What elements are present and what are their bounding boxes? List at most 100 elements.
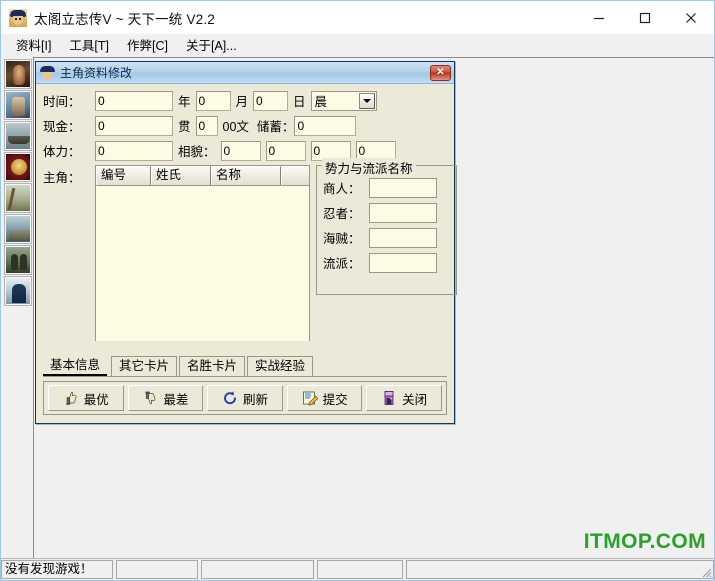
status-pane-3	[201, 560, 314, 579]
window-controls	[576, 1, 714, 34]
savings-label: 储蓄：	[256, 120, 295, 134]
ninja-input[interactable]	[369, 202, 437, 223]
mdi-client-area: 主角资料修改 ✕ 时间： 年 月 日 晨	[33, 57, 714, 558]
submit-button-label: 提交	[322, 392, 348, 407]
savings-input[interactable]	[294, 115, 357, 136]
time-period-value: 晨	[314, 95, 328, 109]
maximize-icon	[639, 12, 651, 23]
dialog-tabstrip: 基本信息 其它卡片 名胜卡片 实战经验	[43, 356, 447, 377]
hero-data-edit-dialog: 主角资料修改 ✕ 时间： 年 月 日 晨	[35, 61, 457, 424]
window-titlebar: 太阁立志传V ~ 天下一统 V2.2	[1, 1, 714, 34]
app-icon	[9, 8, 27, 27]
sidebar-item-castle[interactable]	[4, 214, 32, 244]
thumb-samurai-icon	[6, 278, 30, 304]
submit-icon	[302, 391, 318, 406]
menu-item-tools[interactable]: 工具[T]	[60, 33, 118, 57]
ninja-label: 忍者：	[323, 207, 361, 221]
thumb-archer-icon	[6, 92, 30, 118]
time-row: 时间： 年 月 日 晨	[43, 90, 447, 111]
close-icon	[686, 12, 696, 23]
sidebar-item-samurai[interactable]	[4, 276, 32, 306]
day-input[interactable]	[253, 90, 289, 111]
minimize-icon	[594, 17, 604, 19]
school-label: 流派：	[323, 257, 361, 271]
menu-item-cheat[interactable]: 作弊[C]	[118, 33, 177, 57]
factions-groupbox: 势力与流派名称 商人： 忍者： 海贼： 流派：	[316, 158, 457, 295]
site-watermark: ITMOP.COM	[583, 530, 706, 553]
column-header-surname[interactable]: 姓氏	[151, 166, 211, 185]
dialog-title: 主角资料修改	[60, 66, 133, 80]
sidebar-item-figures[interactable]	[4, 245, 32, 275]
stamina-input[interactable]	[95, 140, 173, 161]
kan-unit-label: 贯	[178, 120, 191, 134]
cash-label: 现金：	[43, 120, 81, 134]
minimize-button[interactable]	[576, 1, 622, 34]
sidebar-item-ship[interactable]	[4, 121, 32, 151]
year-input[interactable]	[95, 90, 173, 111]
application-window: 太阁立志传V ~ 天下一统 V2.2 资料[I] 工具[T] 作弊[C] 关于[…	[0, 0, 715, 581]
dialog-close-button[interactable]: ✕	[430, 64, 451, 81]
tab-scenic-cards[interactable]: 名胜卡片	[179, 356, 246, 376]
time-period-combo[interactable]: 晨	[310, 90, 377, 111]
statusbar: 没有发现游戏！	[1, 558, 714, 580]
merchant-input[interactable]	[369, 177, 437, 198]
dialog-app-icon	[40, 65, 55, 80]
looks-input-2[interactable]	[265, 140, 306, 161]
pirate-input[interactable]	[369, 227, 437, 248]
looks-input-1[interactable]	[220, 140, 261, 161]
thumb-crest-icon	[6, 154, 30, 180]
window-title: 太阁立志传V ~ 天下一统 V2.2	[34, 11, 216, 27]
submit-button[interactable]: 提交	[286, 385, 363, 411]
status-pane-4	[317, 560, 403, 579]
hero-listview-body[interactable]	[96, 186, 309, 341]
sidebar-thumbnail-strip	[1, 57, 33, 558]
menu-item-about[interactable]: 关于[A]...	[177, 33, 246, 57]
tab-other-cards[interactable]: 其它卡片	[111, 356, 178, 376]
maximize-button[interactable]	[622, 1, 668, 34]
merchant-row: 商人：	[323, 177, 450, 198]
year-unit-label: 年	[178, 95, 191, 109]
sidebar-item-portrait[interactable]	[4, 59, 32, 89]
chevron-down-icon[interactable]	[358, 92, 375, 109]
sidebar-item-crest[interactable]	[4, 152, 32, 182]
thumb-battle-icon	[6, 185, 30, 211]
tab-basic-info[interactable]: 基本信息	[43, 356, 108, 376]
day-unit-label: 日	[293, 95, 306, 109]
close-dialog-button[interactable]: 关闭	[366, 385, 442, 411]
cash-kan-input[interactable]	[95, 115, 173, 136]
pirate-row: 海贼：	[323, 227, 450, 248]
thumb-ship-icon	[6, 123, 30, 149]
menu-item-data[interactable]: 资料[I]	[7, 33, 60, 57]
dialog-content: 时间： 年 月 日 晨 现金：	[36, 84, 457, 423]
refresh-button[interactable]: 刷新	[207, 385, 283, 411]
school-row: 流派：	[323, 252, 450, 273]
thumb-figures-icon	[6, 247, 30, 273]
hero-label: 主角：	[43, 171, 81, 185]
refresh-button-label: 刷新	[242, 392, 268, 407]
dialog-titlebar: 主角资料修改 ✕	[36, 62, 454, 84]
looks-label: 相貌：	[178, 145, 216, 159]
pirate-label: 海贼：	[323, 232, 361, 246]
month-input[interactable]	[195, 90, 231, 111]
tab-battle-exp[interactable]: 实战经验	[247, 356, 314, 376]
cash-mon-input[interactable]	[195, 115, 218, 136]
close-button[interactable]	[668, 1, 714, 34]
sidebar-item-archer[interactable]	[4, 90, 32, 120]
hero-listview[interactable]: 编号 姓氏 名称	[95, 165, 310, 341]
worst-button[interactable]: 最差	[127, 385, 204, 411]
cash-row: 现金： 贯 00文 储蓄：	[43, 115, 447, 136]
column-header-id[interactable]: 编号	[96, 166, 151, 185]
column-header-filler[interactable]	[281, 166, 309, 185]
school-input[interactable]	[369, 252, 437, 273]
best-button[interactable]: 最优	[48, 385, 124, 411]
sidebar-item-battle[interactable]	[4, 183, 32, 213]
column-header-name[interactable]: 名称	[211, 166, 281, 185]
mon-unit-label: 00文	[222, 120, 249, 134]
thumbs-down-icon	[145, 391, 156, 405]
ninja-row: 忍者：	[323, 202, 450, 223]
exit-door-icon	[384, 391, 394, 405]
thumb-portrait-icon	[6, 61, 30, 87]
status-pane-5	[406, 560, 714, 579]
worst-button-label: 最差	[163, 392, 189, 407]
refresh-icon	[224, 391, 236, 405]
